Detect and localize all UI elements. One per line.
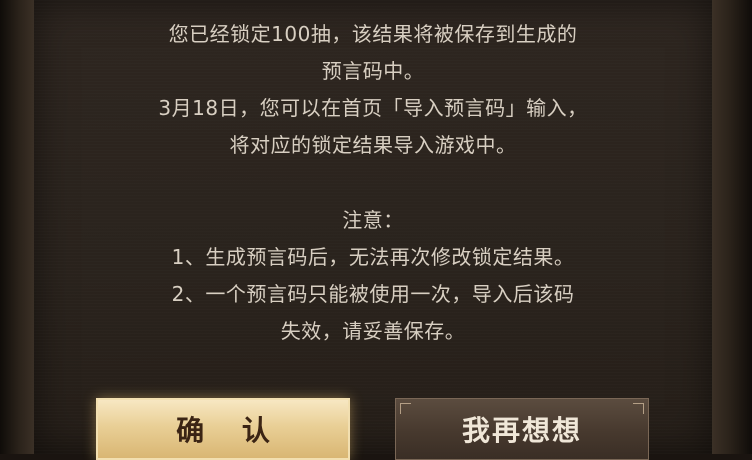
corner-ornament-icon xyxy=(400,403,411,414)
message-line: 您已经锁定100抽，该结果将被保存到生成的 xyxy=(168,22,578,46)
note-line: 2、一个预言码只能被使用一次，导入后该码 xyxy=(171,282,575,306)
left-border-decoration xyxy=(0,0,34,454)
right-border-decoration xyxy=(712,0,752,454)
notes-title: 注意： xyxy=(342,208,404,232)
reconsider-button[interactable]: 我再想想 xyxy=(395,398,649,460)
message-line: 预言码中。 xyxy=(321,59,425,83)
note-line: 失效，请妥善保存。 xyxy=(280,319,466,343)
message-line: 将对应的锁定结果导入游戏中。 xyxy=(229,133,517,157)
confirm-button[interactable]: 确 认 xyxy=(96,398,350,460)
reconsider-button-label: 我再想想 xyxy=(461,414,582,447)
corner-ornament-icon xyxy=(633,403,644,414)
dialog-notes: 注意： 1、生成预言码后，无法再次修改锁定结果。 2、一个预言码只能被使用一次，… xyxy=(34,202,712,350)
confirm-button-label: 确 认 xyxy=(176,414,284,447)
note-line: 1、生成预言码后，无法再次修改锁定结果。 xyxy=(171,245,575,269)
message-line: 3月18日，您可以在首页「导入预言码」输入， xyxy=(158,96,588,120)
dialog-message: 您已经锁定100抽，该结果将被保存到生成的 预言码中。 3月18日，您可以在首页… xyxy=(34,16,712,164)
